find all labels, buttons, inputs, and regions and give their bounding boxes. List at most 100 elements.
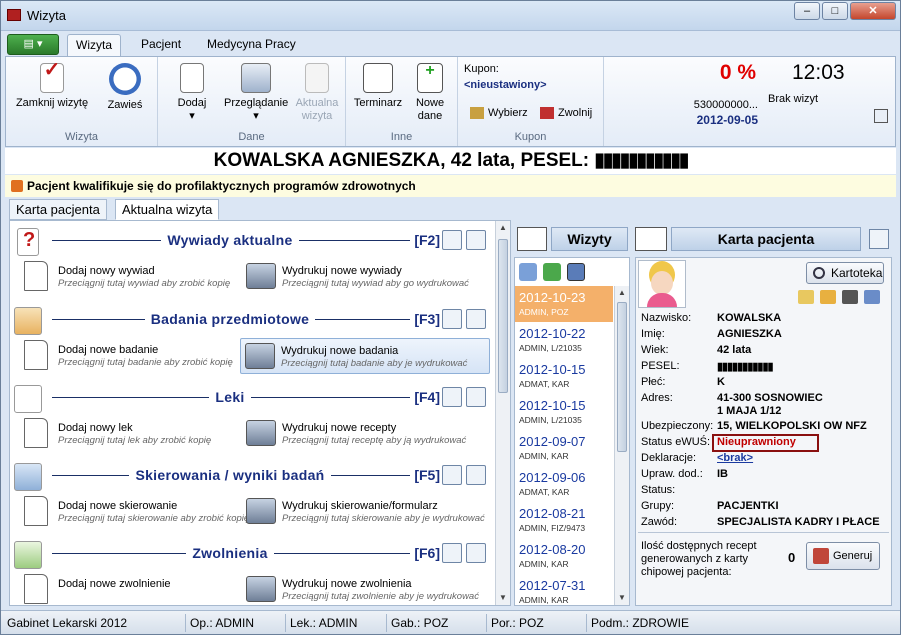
print-zwolnienia-button[interactable]: Wydrukuj nowe zwolnienia Przeciągnij tut… [242,572,490,602]
action-title: Dodaj nowy lek [58,422,133,434]
printer-icon [246,576,276,602]
tab-karta-pacjenta[interactable]: Karta pacjenta [9,199,107,220]
add-zwolnienie-button[interactable]: Dodaj nowe zwolnienie [18,572,240,608]
recepty-count: 0 [788,550,796,565]
visit-item[interactable]: 2012-10-15ADMIN, L/21035Y [515,394,629,430]
add-skierowanie-button[interactable]: Dodaj nowe skierowanie Przeciągnij tutaj… [18,494,249,530]
visit-date: 2012-07-31 [519,578,586,593]
generate-icon [813,548,829,564]
scroll-up-arrow[interactable]: ▲ [496,221,510,235]
section-title: Zwolnienia [186,545,274,561]
value-imie: AGNIESZKA [717,328,782,340]
przegladanie-button[interactable]: Przeglądanie ▾ [224,63,288,123]
people-icon[interactable] [519,263,537,281]
zawies-button[interactable]: Zawieś [102,63,148,112]
visit-item[interactable]: 2012-10-15ADMAT, KARY [515,358,629,394]
tab-medycyna-pracy[interactable]: Medycyna Pracy [199,34,304,57]
generuj-label: Generuj [833,550,873,562]
tab-pacjent[interactable]: Pacjent [133,34,189,57]
action-hint: Przeciągnij tutaj badanie aby je wydruko… [281,358,468,369]
nowe-dane-button[interactable]: + Nowe dane [410,63,450,123]
print-skierowanie-button[interactable]: Wydrukuj skierowanie/formularz Przeciągn… [242,494,490,530]
group-dane: Dodaj ▾ Przeglądanie ▾ Aktualna wizyta Dan… [158,57,346,146]
app-menu-button[interactable]: ▤ ▾ [7,34,59,55]
visit-item[interactable]: 2012-10-23 ADMIN, POZ [515,286,613,322]
building-icon[interactable] [567,263,585,281]
visit-user: ADMIN, L/21035 [519,415,582,425]
visits-scrollbar[interactable]: ▲ ▼ [614,286,629,605]
tab-wizyta[interactable]: Wizyta [67,34,121,57]
generuj-button[interactable]: Generuj [806,542,880,570]
aktualna-wizyta-button[interactable]: Aktualna wizyta [294,63,340,123]
action-title: Dodaj nowe badanie [58,344,159,356]
zwolnij-button[interactable]: Zwolnij [540,107,600,120]
print-badania-button[interactable]: Wydrukuj nowe badania Przeciągnij tutaj … [240,338,490,374]
add-wywiad-button[interactable]: Dodaj nowy wywiad Przeciągnij tutaj wywi… [18,259,240,295]
document-check-icon: ✓ [40,60,64,93]
close-button[interactable]: ✕ [850,2,896,20]
zamknij-wizyte-button[interactable]: ✓ Zamknij wizytę [14,60,90,110]
terminarz-label: Terminarz [353,97,403,109]
action-hint: Przeciągnij tutaj zwolnienie aby je wydr… [282,591,479,602]
window-icon[interactable] [466,309,486,329]
label-plec: Płeć: [641,376,666,388]
status-gabinet: Gab.: POZ [386,614,448,632]
visit-user: ADMIN, KAR [519,451,569,461]
list-icon[interactable] [442,543,462,563]
camera-icon[interactable] [842,290,858,304]
scroll-thumb[interactable] [617,302,627,452]
window-icon[interactable] [466,230,486,250]
list-icon[interactable] [442,387,462,407]
scroll-thumb[interactable] [498,239,508,393]
print-wywiady-button[interactable]: Wydrukuj nowe wywiady Przeciągnij tutaj … [242,259,490,295]
terminarz-button[interactable]: Terminarz [350,63,406,110]
shortcut-label: [F4] [410,389,440,405]
list-icon[interactable] [442,230,462,250]
scroll-up-arrow[interactable]: ▲ [615,286,629,300]
visit-item[interactable]: 2012-10-22 ADMIN, L/21035 [515,322,613,358]
window-icon[interactable] [466,543,486,563]
divider [638,532,889,533]
add-lek-button[interactable]: Dodaj nowy lek Przeciągnij tutaj lek aby… [18,416,240,452]
value-ewus: Nieuprawniony [717,436,796,448]
visit-item[interactable]: 2012-09-06 ADMAT, KAR [515,466,613,502]
deklaracje-link[interactable]: <brak> [717,452,753,464]
kartoteka-button[interactable]: Kartoteka [806,262,884,284]
print-recepty-button[interactable]: Wydrukuj nowe recepty Przeciągnij tutaj … [242,416,490,452]
label-grupy: Grupy: [641,500,675,512]
list-icon[interactable] [442,465,462,485]
help-icon[interactable] [874,109,888,123]
left-panel-scrollbar[interactable]: ▲ ▼ [495,221,510,605]
home-icon[interactable] [543,263,561,281]
folder-icon[interactable] [820,290,836,304]
scroll-down-arrow[interactable]: ▼ [615,591,629,605]
visit-item[interactable]: 2012-09-07 ADMIN, KAR [515,430,613,466]
group-inne: Terminarz + Nowe dane Inne [346,57,458,146]
patient-header-text: KOWALSKA AGNIESZKA, 42 lata, PESEL: [213,150,595,171]
window-icon[interactable] [466,465,486,485]
add-badanie-button[interactable]: Dodaj nowe badanie Przeciągnij tutaj bad… [18,338,240,374]
visit-user: ADMIN, L/21035 [519,343,582,353]
scroll-down-arrow[interactable]: ▼ [496,591,510,605]
document-icon [24,496,48,526]
status-operator: Op.: ADMIN [185,614,254,632]
visit-user: ADMAT, KAR [519,487,570,497]
list-icon[interactable] [869,229,889,249]
label-pesel: PESEL: [641,360,680,372]
window-icon[interactable] [466,387,486,407]
visit-item[interactable]: 2012-08-21 ADMIN, FIZ/9473 [515,502,613,538]
group-label-dane: Dane [238,131,265,143]
dodaj-button[interactable]: Dodaj ▾ [172,63,212,123]
label-ewus: Status eWUŚ: [641,436,711,448]
tab-aktualna-wizyta[interactable]: Aktualna wizyta [115,199,220,220]
group-wizyta: ✓ Zamknij wizytę Zawieś Wizyta [6,57,158,146]
wybierz-button[interactable]: Wybierz [470,107,530,120]
visit-item[interactable]: 2012-08-20 ADMIN, KAR [515,538,613,574]
clipboard-icon[interactable] [798,290,814,304]
visit-item[interactable]: 2012-07-31 ADMIN, KAR [515,574,613,605]
card-reader-icon[interactable] [864,290,880,304]
list-icon[interactable] [442,309,462,329]
minimize-button[interactable]: – [794,2,820,20]
label-adres: Adres: [641,392,673,404]
maximize-button[interactable]: □ [822,2,848,20]
